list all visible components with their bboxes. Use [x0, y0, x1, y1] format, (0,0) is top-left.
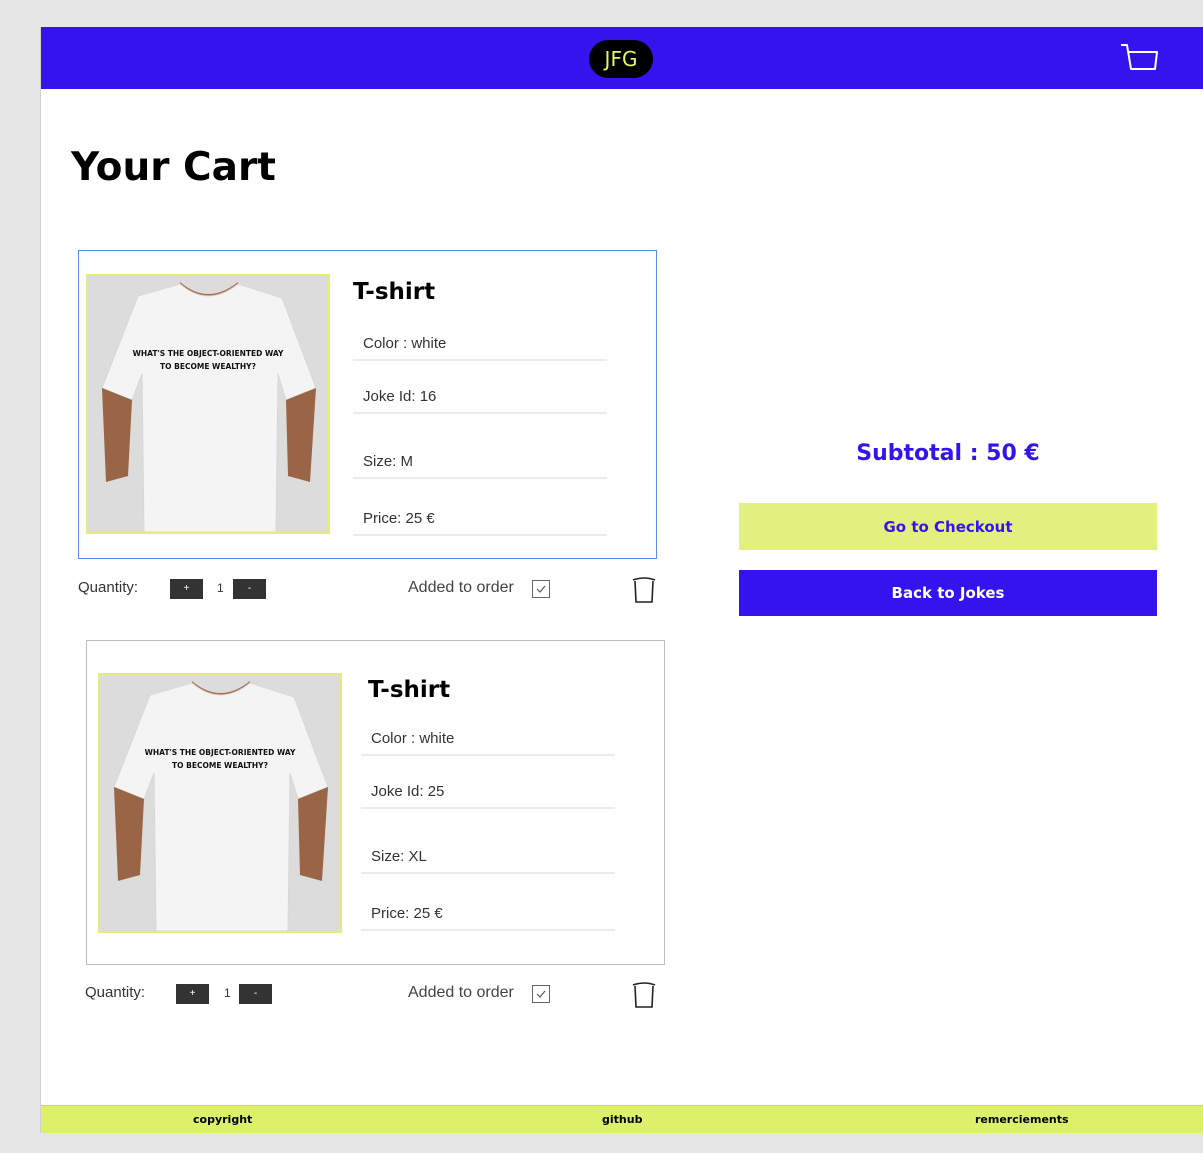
page-title: Your Cart: [71, 145, 276, 190]
increase-quantity-button[interactable]: +: [176, 984, 209, 1004]
checkout-button[interactable]: Go to Checkout: [739, 503, 1157, 550]
subtotal: Subtotal : 50 €: [856, 441, 1040, 466]
product-joke-id: Joke Id: 25: [361, 781, 615, 809]
checkmark-icon: [536, 585, 546, 593]
product-image: WHAT'S THE OBJECT-ORIENTED WAY TO BECOME…: [98, 673, 342, 933]
product-color: Color : white: [353, 333, 607, 361]
quantity-value: 1: [217, 581, 224, 595]
trash-icon[interactable]: [631, 576, 657, 604]
back-to-jokes-button[interactable]: Back to Jokes: [739, 570, 1157, 616]
shirt-print-line-2: TO BECOME WEALTHY?: [160, 362, 256, 371]
product-name: T-shirt: [368, 677, 451, 703]
footer: copyright github remerciements: [41, 1105, 1203, 1133]
app-window: JFG Your Cart WHAT'S THE OBJECT-ORIENTED…: [40, 27, 1203, 1133]
increase-quantity-button[interactable]: +: [170, 579, 203, 599]
shopping-cart-icon[interactable]: [1119, 41, 1161, 75]
item-controls: Quantity: + 1 - Added to order: [85, 981, 665, 1009]
checkmark-icon: [536, 990, 546, 998]
product-image: WHAT'S THE OBJECT-ORIENTED WAY TO BECOME…: [86, 274, 330, 534]
cart-item-card: WHAT'S THE OBJECT-ORIENTED WAY TO BECOME…: [86, 640, 665, 965]
quantity-label: Quantity:: [78, 579, 139, 596]
site-logo[interactable]: JFG: [589, 40, 653, 78]
trash-icon[interactable]: [631, 981, 657, 1009]
product-name: T-shirt: [353, 279, 436, 305]
added-to-order-checkbox[interactable]: [532, 985, 550, 1003]
decrease-quantity-button[interactable]: -: [239, 984, 272, 1004]
product-color: Color : white: [361, 728, 615, 756]
top-navbar: JFG: [41, 27, 1203, 89]
shirt-print-line-1: WHAT'S THE OBJECT-ORIENTED WAY: [145, 748, 296, 757]
shirt-print-line-2: TO BECOME WEALTHY?: [172, 761, 268, 770]
quantity-label: Quantity:: [85, 984, 146, 1001]
cart-item-card: WHAT'S THE OBJECT-ORIENTED WAY TO BECOME…: [78, 250, 657, 559]
added-to-order-label: Added to order: [408, 984, 514, 1001]
product-joke-id: Joke Id: 16: [353, 386, 607, 414]
quantity-value: 1: [224, 986, 231, 1000]
footer-copyright-link[interactable]: copyright: [193, 1113, 252, 1126]
product-price: Price: 25 €: [361, 903, 615, 931]
footer-github-link[interactable]: github: [602, 1113, 642, 1126]
shirt-print-line-1: WHAT'S THE OBJECT-ORIENTED WAY: [133, 349, 284, 358]
added-to-order-checkbox[interactable]: [532, 580, 550, 598]
product-size: Size: XL: [361, 846, 615, 874]
added-to-order-label: Added to order: [408, 579, 514, 596]
item-controls: Quantity: + 1 - Added to order: [78, 576, 658, 604]
decrease-quantity-button[interactable]: -: [233, 579, 266, 599]
product-price: Price: 25 €: [353, 508, 607, 536]
product-size: Size: M: [353, 451, 607, 479]
footer-thanks-link[interactable]: remerciements: [975, 1113, 1069, 1126]
